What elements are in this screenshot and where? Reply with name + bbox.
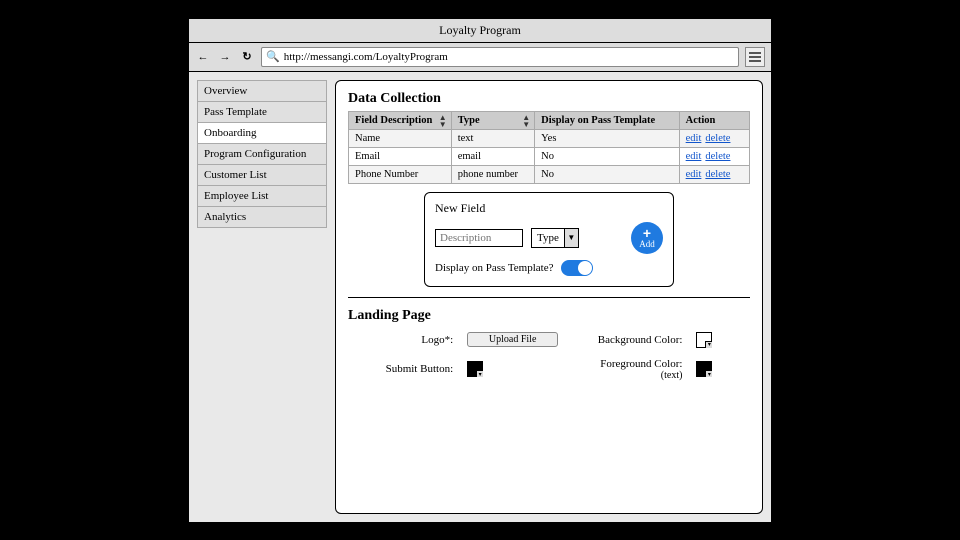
col-header-label: Type bbox=[458, 115, 480, 126]
col-header-display[interactable]: Display on Pass Template bbox=[535, 111, 680, 129]
sidebar: Overview Pass Template Onboarding Progra… bbox=[197, 80, 327, 514]
table-row: Email email No editdelete bbox=[349, 147, 750, 165]
menu-icon[interactable] bbox=[745, 47, 765, 67]
col-header-label: Action bbox=[686, 115, 716, 126]
delete-link[interactable]: delete bbox=[705, 133, 730, 144]
sidebar-item-pass-template[interactable]: Pass Template bbox=[197, 101, 327, 123]
chevron-down-icon: ▼ bbox=[564, 229, 578, 247]
section-divider bbox=[348, 297, 750, 298]
cell-display: No bbox=[535, 147, 680, 165]
table-row: Phone Number phone number No editdelete bbox=[349, 165, 750, 183]
col-header-desc[interactable]: Field Description ▲▼ bbox=[349, 111, 452, 129]
display-toggle-label: Display on Pass Template? bbox=[435, 262, 553, 274]
cell-display: No bbox=[535, 165, 680, 183]
fields-table: Field Description ▲▼ Type ▲▼ Display on Pa… bbox=[348, 111, 750, 184]
reload-icon[interactable]: ↻ bbox=[239, 49, 255, 65]
cell-desc: Phone Number bbox=[349, 165, 452, 183]
sidebar-item-program-configuration[interactable]: Program Configuration bbox=[197, 143, 327, 165]
delete-link[interactable]: delete bbox=[705, 169, 730, 180]
search-icon: 🔍 bbox=[266, 50, 280, 63]
fg-label-text: Foreground Color: bbox=[600, 358, 682, 370]
edit-link[interactable]: edit bbox=[686, 151, 702, 162]
sidebar-item-customer-list[interactable]: Customer List bbox=[197, 164, 327, 186]
background-color-label: Background Color: bbox=[572, 334, 682, 346]
landing-page-form: Logo*: Upload File Background Color: ▾ S… bbox=[348, 328, 750, 385]
sidebar-item-overview[interactable]: Overview bbox=[197, 80, 327, 102]
submit-button-color-picker[interactable]: ▾ bbox=[467, 361, 483, 377]
foreground-color-label: Foreground Color: (text) bbox=[572, 358, 682, 381]
window-title: Loyalty Program bbox=[189, 19, 771, 43]
logo-label: Logo*: bbox=[360, 334, 453, 346]
sort-icon[interactable]: ▲▼ bbox=[522, 114, 530, 128]
col-header-label: Display on Pass Template bbox=[541, 115, 655, 126]
col-header-action: Action bbox=[679, 111, 749, 129]
col-header-type[interactable]: Type ▲▼ bbox=[451, 111, 534, 129]
table-row: Name text Yes editdelete bbox=[349, 129, 750, 147]
foreground-color-picker[interactable]: ▾ bbox=[696, 361, 712, 377]
select-label: Type bbox=[532, 232, 564, 244]
back-icon[interactable]: ← bbox=[195, 49, 211, 65]
data-collection-title: Data Collection bbox=[348, 91, 750, 107]
background-color-picker[interactable]: ▾ bbox=[696, 332, 712, 348]
edit-link[interactable]: edit bbox=[686, 133, 702, 144]
cell-desc: Name bbox=[349, 129, 452, 147]
cell-type: phone number bbox=[451, 165, 534, 183]
new-field-type-select[interactable]: Type ▼ bbox=[531, 228, 579, 248]
submit-button-label: Submit Button: bbox=[360, 363, 453, 375]
sidebar-item-employee-list[interactable]: Employee List bbox=[197, 185, 327, 207]
add-label: Add bbox=[639, 240, 655, 249]
page-content: Overview Pass Template Onboarding Progra… bbox=[189, 72, 771, 522]
plus-icon: + bbox=[643, 226, 651, 240]
cell-type: email bbox=[451, 147, 534, 165]
url-input[interactable] bbox=[284, 51, 734, 63]
cell-desc: Email bbox=[349, 147, 452, 165]
display-toggle[interactable] bbox=[561, 260, 593, 276]
cell-type: text bbox=[451, 129, 534, 147]
main-panel: Data Collection Field Description ▲▼ Type… bbox=[335, 80, 763, 514]
sidebar-item-onboarding[interactable]: Onboarding bbox=[197, 122, 327, 144]
browser-window: Loyalty Program ← → ↻ 🔍 Overview Pass Te… bbox=[188, 18, 772, 523]
new-field-title: New Field bbox=[435, 201, 663, 216]
new-field-description-input[interactable] bbox=[435, 229, 523, 247]
chevron-down-icon: ▾ bbox=[705, 341, 712, 348]
sidebar-item-analytics[interactable]: Analytics bbox=[197, 206, 327, 228]
chevron-down-icon: ▾ bbox=[705, 370, 712, 377]
fg-sublabel: (text) bbox=[572, 370, 682, 381]
forward-icon[interactable]: → bbox=[217, 49, 233, 65]
url-bar[interactable]: 🔍 bbox=[261, 47, 739, 67]
sort-icon[interactable]: ▲▼ bbox=[439, 114, 447, 128]
chevron-down-icon: ▾ bbox=[476, 370, 483, 377]
add-field-button[interactable]: + Add bbox=[631, 222, 663, 254]
new-field-panel: New Field Type ▼ + Add Display on bbox=[424, 192, 674, 287]
cell-display: Yes bbox=[535, 129, 680, 147]
col-header-label: Field Description bbox=[355, 115, 432, 126]
edit-link[interactable]: edit bbox=[686, 169, 702, 180]
delete-link[interactable]: delete bbox=[705, 151, 730, 162]
landing-page-title: Landing Page bbox=[348, 308, 750, 324]
browser-toolbar: ← → ↻ 🔍 bbox=[189, 43, 771, 72]
upload-file-button[interactable]: Upload File bbox=[467, 332, 558, 347]
